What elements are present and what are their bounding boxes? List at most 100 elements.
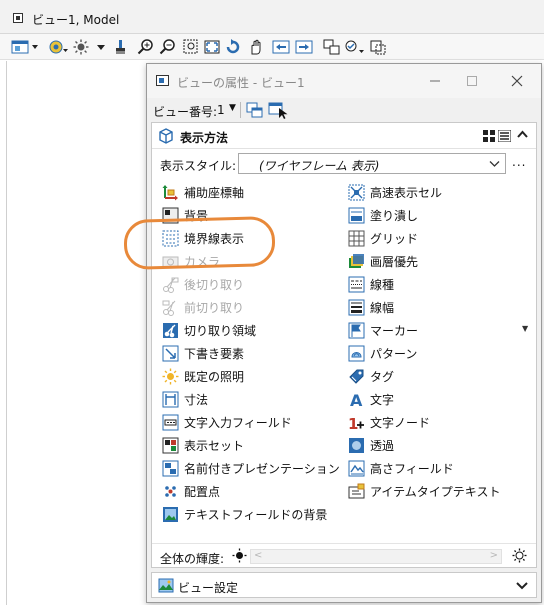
tile-view-icon[interactable]: [483, 130, 495, 145]
toggle-aux-axis[interactable]: 補助座標軸: [162, 181, 244, 203]
toggle-patterns[interactable]: パターン: [348, 342, 417, 364]
item-label: グリッド: [370, 231, 419, 246]
svg-text:A: A: [350, 391, 363, 408]
text-field-background-icon: [162, 506, 179, 523]
toggle-front-clip[interactable]: 前切り取り: [162, 296, 244, 318]
dialog-app-icon: [156, 75, 169, 86]
aux-axis-icon: [162, 184, 179, 201]
toggle-text-field-background[interactable]: テキストフィールドの背景: [162, 503, 327, 525]
item-label: 塗り潰し: [370, 208, 419, 223]
clip-view-icon[interactable]: [368, 38, 388, 56]
list-view-icon[interactable]: [497, 129, 512, 145]
item-label: アイテムタイプテキスト: [370, 484, 501, 499]
toggle-line-styles[interactable]: 線種: [348, 273, 394, 295]
view-toolbar: [0, 34, 544, 60]
clip-volume-icon: [162, 322, 179, 339]
zoom-in-icon[interactable]: [136, 38, 156, 56]
dialog-title: ビューの属性 - ビュー1: [177, 76, 305, 90]
svg-text:1: 1: [348, 415, 358, 431]
minimize-button[interactable]: [423, 70, 447, 92]
toggle-text[interactable]: A 文字: [348, 388, 394, 410]
item-label: 名前付きプレゼンテーション: [184, 461, 340, 476]
toggle-back-clip[interactable]: 後切り取り: [162, 273, 244, 295]
view-left-border: [6, 61, 7, 605]
grid-icon: [348, 230, 365, 247]
toggle-fill[interactable]: 塗り潰し: [348, 204, 418, 226]
pan-view-icon[interactable]: [246, 38, 266, 56]
toggle-height-fields[interactable]: 高さフィールド: [348, 457, 454, 479]
marker-dropdown-icon[interactable]: ▼: [522, 324, 528, 333]
item-label: テキストフィールドの背景: [184, 507, 328, 522]
rotate-view-icon[interactable]: [223, 38, 243, 56]
pattern-icon: [348, 345, 365, 362]
brightness-slider[interactable]: < >: [250, 549, 502, 564]
view-attributes-tool-icon[interactable]: [10, 38, 40, 56]
item-label: 高さフィールド: [370, 461, 454, 476]
previous-view-icon[interactable]: [271, 38, 291, 56]
toggle-item-type-text[interactable]: アイテムタイプテキスト: [348, 480, 500, 502]
toggle-placement-points[interactable]: 配置点: [162, 480, 220, 502]
display-style-more-button[interactable]: ...: [512, 155, 526, 169]
item-label: 線幅: [370, 300, 395, 315]
view-settings-section[interactable]: ビュー設定: [151, 572, 537, 598]
view-attributes-dialog: ビューの属性 - ビュー1 ビュー番号: 1 ▼ 表示方法 表示スタイル: (ワ…: [146, 63, 542, 603]
toggle-data-fields[interactable]: 文字入力フィールド: [162, 411, 292, 433]
line-style-icon: [348, 276, 365, 293]
item-label: パターン: [370, 346, 418, 361]
view-number-dropdown-icon[interactable]: ▼: [229, 103, 236, 113]
toggle-tags[interactable]: タグ: [348, 365, 394, 387]
display-style-row: 表示スタイル: (ワイヤフレーム 表示) ...: [152, 149, 536, 179]
item-label: 切り取り領域: [184, 323, 257, 338]
display-set-icon: [162, 437, 179, 454]
slider-left-arrow-icon[interactable]: <: [254, 550, 262, 561]
toggle-default-lighting[interactable]: 既定の照明: [162, 365, 244, 387]
fit-view-icon[interactable]: [202, 38, 222, 56]
dialog-titlebar[interactable]: ビューの属性 - ビュー1: [147, 64, 541, 98]
toggle-text-nodes[interactable]: 1 文字ノード: [348, 411, 430, 433]
display-style-select[interactable]: (ワイヤフレーム 表示): [238, 153, 506, 174]
cube-icon: [158, 128, 174, 147]
item-label: 高速表示セル: [370, 185, 443, 200]
zoom-out-icon[interactable]: [158, 38, 178, 56]
close-button[interactable]: [505, 70, 529, 92]
toggle-construction-elements[interactable]: 下書き要素: [162, 342, 244, 364]
slider-right-arrow-icon[interactable]: >: [490, 550, 498, 561]
dark-sun-icon: [232, 548, 247, 566]
view-title: ビュー1, Model: [32, 13, 120, 27]
toggle-fast-cells[interactable]: 高速表示セル: [348, 181, 442, 203]
panel-collapse-icon[interactable]: [517, 128, 528, 146]
display-style-tool-icon[interactable]: [48, 38, 70, 56]
item-label: 既定の照明: [184, 369, 245, 384]
toggle-grid[interactable]: グリッド: [348, 227, 418, 249]
toggle-clip-volume[interactable]: 切り取り領域: [162, 319, 256, 341]
maximize-button[interactable]: [460, 70, 484, 92]
item-label: 下書き要素: [184, 346, 245, 361]
copy-view-icon[interactable]: [322, 38, 342, 56]
window-area-icon[interactable]: [181, 38, 201, 56]
toggle-markers[interactable]: マーカー ▼: [348, 319, 528, 341]
brush-tool-icon[interactable]: [112, 38, 130, 56]
toggle-dimensions[interactable]: 寸法: [162, 388, 208, 410]
toggle-level-override[interactable]: 画層優先: [348, 250, 418, 272]
annotation-highlight-ellipse: [123, 216, 276, 270]
toggle-transparency[interactable]: 透過: [348, 434, 394, 456]
next-view-icon[interactable]: [294, 38, 314, 56]
toggle-display-set[interactable]: 表示セット: [162, 434, 244, 456]
front-clip-icon: [162, 299, 179, 316]
item-label: 補助座標軸: [184, 185, 245, 200]
toggle-named-presentation[interactable]: 名前付きプレゼンテーション: [162, 457, 340, 479]
item-label: 文字ノード: [370, 415, 431, 430]
presentation-header[interactable]: 表示方法: [152, 123, 536, 149]
toggle-line-weights[interactable]: 線幅: [348, 296, 394, 318]
view-toggles-icon[interactable]: [344, 38, 366, 56]
view-number-select[interactable]: 1: [217, 103, 225, 117]
chevron-down-icon[interactable]: [516, 578, 528, 595]
lighting-tool-icon[interactable]: [72, 38, 106, 56]
toolbar-separator: [240, 102, 241, 118]
item-label: 透過: [370, 438, 395, 453]
view-settings-icon: [158, 578, 174, 596]
text-icon: A: [348, 391, 365, 408]
view-group-icon[interactable]: [246, 102, 264, 121]
select-view-cursor-icon[interactable]: [268, 102, 288, 123]
transparency-icon: [348, 437, 365, 454]
